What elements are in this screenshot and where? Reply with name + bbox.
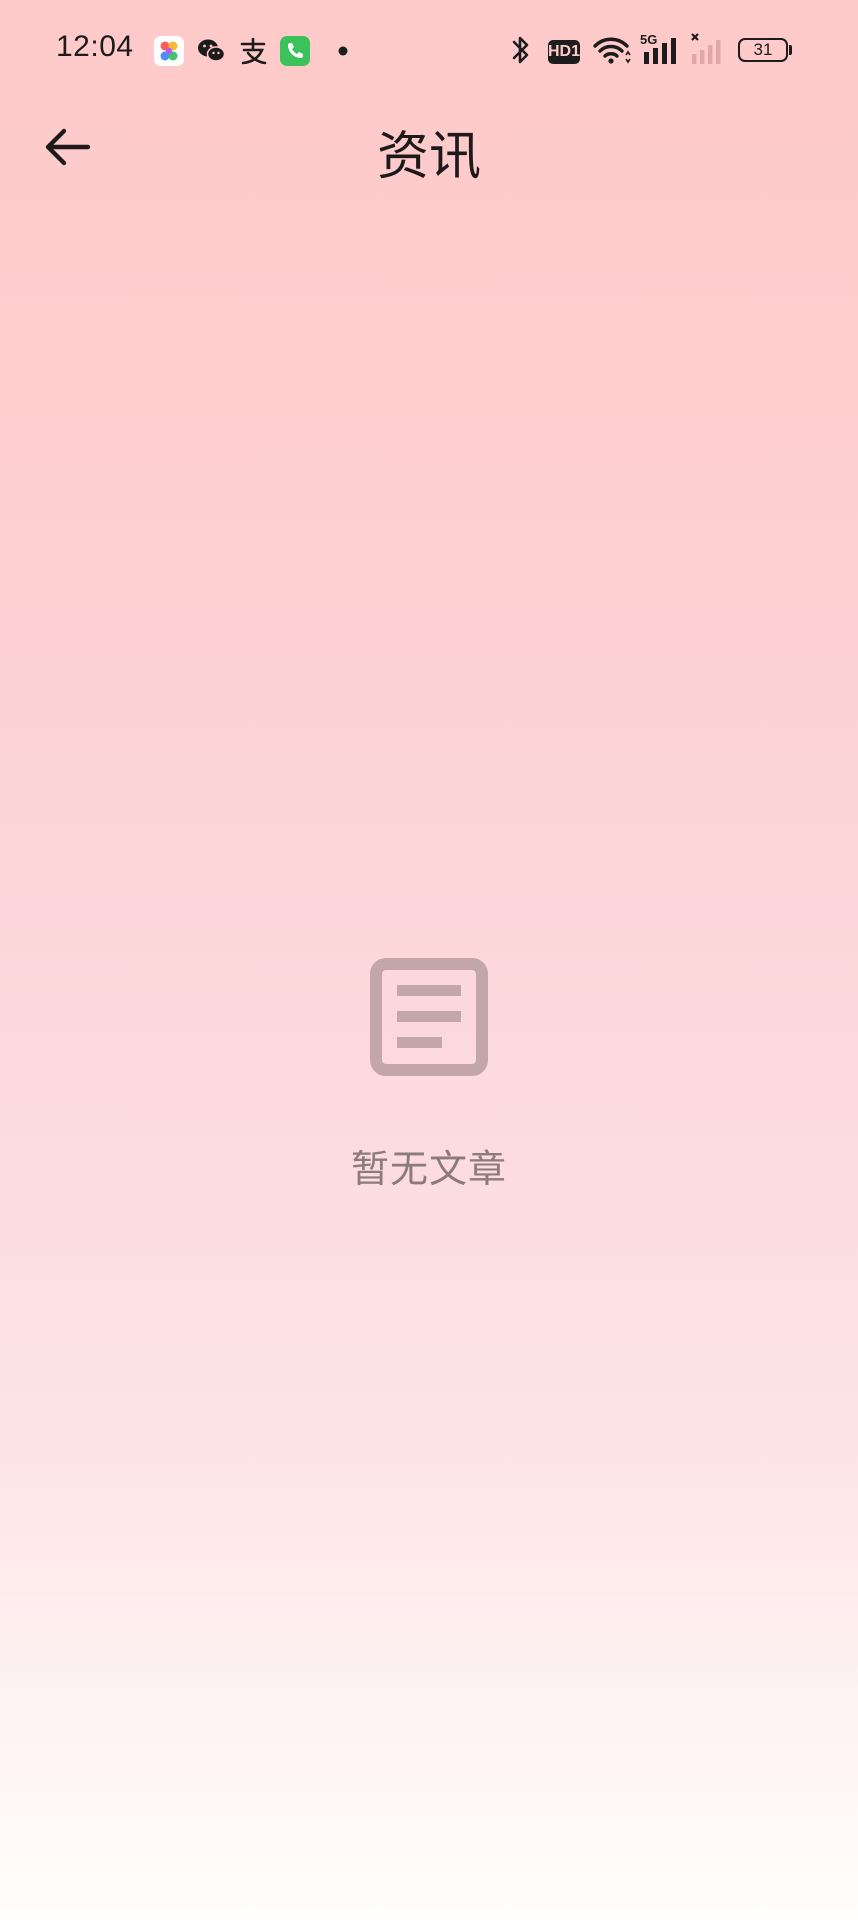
app-bar: 资讯: [0, 100, 858, 200]
status-bar: 12:04 HD1 5G 31: [0, 0, 858, 100]
alipay-icon: [240, 37, 267, 65]
page-title: 资讯: [376, 127, 481, 187]
empty-state: 暂无文章: [0, 958, 858, 1193]
status-time: 12:04: [56, 30, 134, 63]
photos-app-icon: [154, 36, 184, 66]
battery-indicator: 31: [738, 38, 788, 62]
more-dot-icon: [338, 46, 348, 56]
battery-tip: [789, 45, 792, 55]
wifi-icon: [593, 37, 631, 64]
bluetooth-icon: [512, 36, 529, 64]
article-icon: [370, 958, 488, 1076]
phone-icon: [280, 36, 310, 66]
empty-message: 暂无文章: [350, 1147, 507, 1191]
wechat-icon: [198, 39, 226, 62]
signal-sim2-icon: [691, 33, 721, 64]
signal-5g-icon: 5G: [640, 32, 680, 68]
hd-icon: HD1: [548, 40, 580, 64]
